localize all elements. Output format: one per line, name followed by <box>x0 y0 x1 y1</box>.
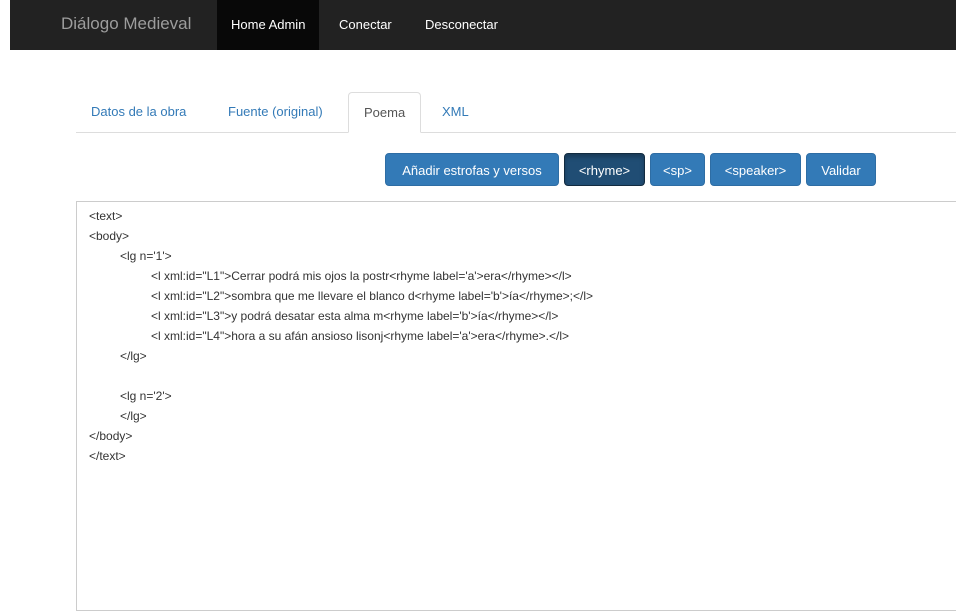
nav-conectar[interactable]: Conectar <box>325 0 406 50</box>
speaker-tag-button[interactable]: <speaker> <box>710 153 801 186</box>
code-line: <lg n='2'> <box>120 389 172 403</box>
code-line: <l xml:id="L1">Cerrar podrá mis ojos la … <box>151 269 572 283</box>
code-line: <l xml:id="L2">sombra que me llevare el … <box>151 289 594 303</box>
tab-datos-obra[interactable]: Datos de la obra <box>76 92 201 131</box>
code-line: <lg n='1'> <box>120 249 172 263</box>
add-stanzas-verses-button[interactable]: Añadir estrofas y versos <box>385 153 559 186</box>
validate-button[interactable]: Validar <box>806 153 876 186</box>
code-line: <body> <box>89 229 130 243</box>
code-line: <l xml:id="L3">y podrá desatar esta alma… <box>151 309 559 323</box>
nav-home-admin[interactable]: Home Admin <box>217 0 320 50</box>
nav-desconectar[interactable]: Desconectar <box>411 0 512 50</box>
code-line: </text> <box>89 449 126 463</box>
tab-xml[interactable]: XML <box>427 92 484 131</box>
top-navbar: Diálogo Medieval Home Admin Conectar Des… <box>10 0 956 50</box>
xml-editor-textarea[interactable]: <text> <body> <lg n='1'> <l xml:id="L1">… <box>76 201 956 611</box>
code-line: </body> <box>89 429 133 443</box>
sp-tag-button[interactable]: <sp> <box>650 153 705 186</box>
tab-poema[interactable]: Poema <box>348 92 422 133</box>
code-line: <text> <box>89 209 123 223</box>
brand-title[interactable]: Diálogo Medieval <box>61 14 191 34</box>
code-line: <l xml:id="L4">hora a su afán ansioso li… <box>151 329 570 343</box>
code-line: </lg> <box>120 349 147 363</box>
tab-bar: Datos de la obra Fuente (original) Poema… <box>76 92 956 133</box>
code-line: </lg> <box>120 409 147 423</box>
rhyme-tag-button[interactable]: <rhyme> <box>564 153 645 186</box>
tab-fuente-original[interactable]: Fuente (original) <box>213 92 338 131</box>
